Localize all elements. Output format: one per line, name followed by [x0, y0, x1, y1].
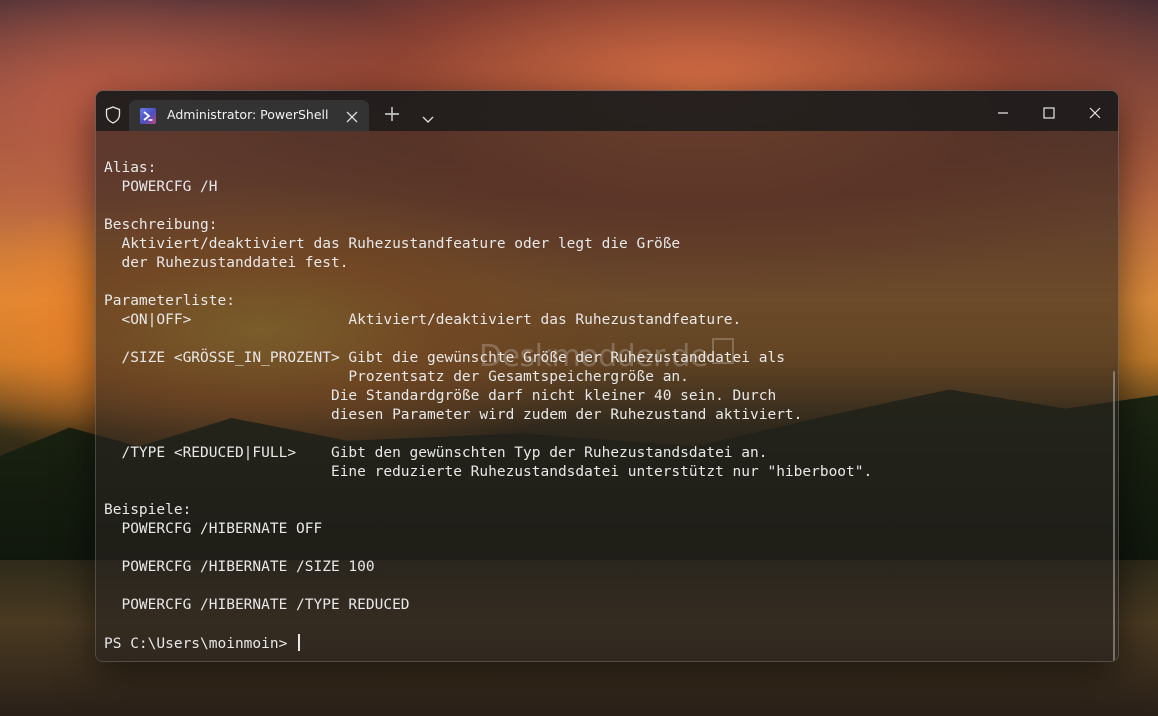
terminal-line: Beschreibung: — [104, 217, 218, 233]
terminal-line: <ON|OFF> Aktiviert/deaktiviert das Ruhez… — [104, 312, 742, 328]
terminal-line: POWERCFG /H — [104, 179, 218, 195]
tab-powershell[interactable]: Administrator: PowerShell — [129, 100, 369, 131]
terminal-line: diesen Parameter wird zudem der Ruhezust… — [104, 407, 803, 423]
close-icon — [1089, 107, 1101, 119]
minimize-button[interactable] — [980, 101, 1026, 125]
terminal-line: POWERCFG /HIBERNATE /SIZE 100 — [104, 559, 375, 575]
close-icon[interactable] — [345, 109, 359, 123]
terminal-output[interactable]: Alias: POWERCFG /H Beschreibung: Aktivier… — [104, 159, 872, 653]
title-bar[interactable]: Administrator: PowerShell — [96, 91, 1118, 131]
terminal-line: der Ruhezustanddatei fest. — [104, 255, 349, 271]
prompt-line[interactable]: PS C:\Users\moinmoin> — [104, 634, 872, 653]
terminal-content[interactable]: Alias: POWERCFG /H Beschreibung: Aktivier… — [96, 131, 1118, 661]
terminal-line: POWERCFG /HIBERNATE /TYPE REDUCED — [104, 597, 410, 613]
maximize-icon — [1043, 107, 1055, 119]
terminal-line: Parameterliste: — [104, 293, 235, 309]
terminal-line: Eine reduzierte Ruhezustandsdatei unters… — [104, 464, 873, 480]
watermark-logo-icon — [711, 338, 734, 364]
minimize-icon — [998, 112, 1008, 114]
watermark: Deskmodder.de — [479, 338, 734, 374]
tab-title: Administrator: PowerShell — [167, 107, 329, 122]
maximize-button[interactable] — [1026, 101, 1072, 125]
terminal-line: /TYPE <REDUCED|FULL> Gibt den gewünschte… — [104, 445, 768, 461]
terminal-line: Alias: — [104, 160, 157, 176]
terminal-line: Aktiviert/deaktiviert das Ruhezustandfea… — [104, 236, 681, 252]
terminal-line: POWERCFG /HIBERNATE OFF — [104, 521, 323, 537]
terminal-line: Die Standardgröße darf nicht kleiner 40 … — [104, 388, 777, 404]
shield-icon — [103, 105, 123, 125]
scrollbar[interactable] — [1113, 371, 1115, 661]
plus-icon[interactable] — [384, 106, 400, 122]
text-cursor — [298, 634, 301, 651]
terminal-window: Administrator: PowerShell Alias: POWERCF… — [95, 90, 1119, 662]
chevron-down-icon[interactable] — [421, 110, 435, 123]
close-window-button[interactable] — [1072, 101, 1118, 125]
terminal-line: Beispiele: — [104, 502, 192, 518]
prompt-text: PS C:\Users\moinmoin> — [104, 636, 297, 652]
watermark-text: Deskmodder.de — [479, 339, 708, 374]
powershell-icon — [140, 108, 156, 124]
